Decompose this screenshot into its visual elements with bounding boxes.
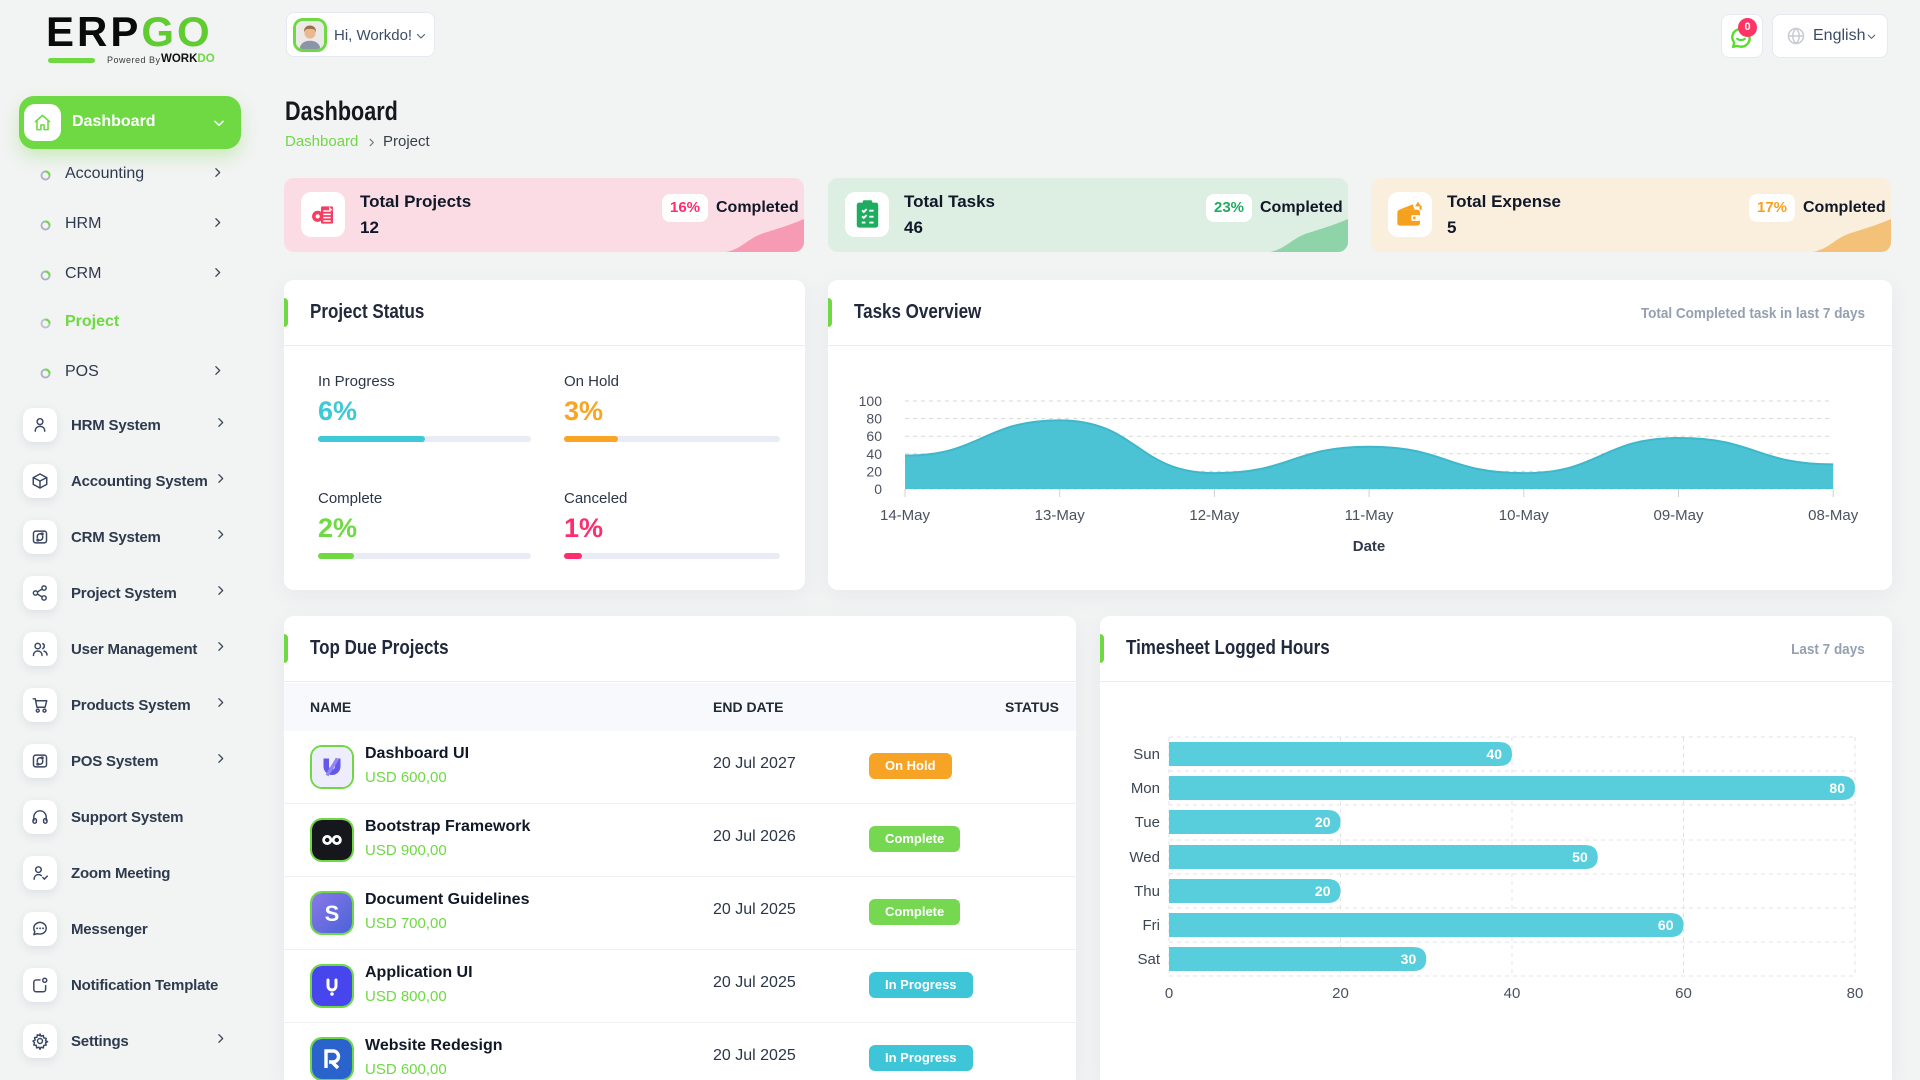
svg-text:Mon: Mon <box>1131 780 1160 797</box>
svg-text:08-May: 08-May <box>1808 507 1859 524</box>
svg-text:60: 60 <box>866 428 882 444</box>
svg-text:Sat: Sat <box>1137 951 1160 968</box>
svg-text:11-May: 11-May <box>1345 507 1394 524</box>
svg-text:20: 20 <box>1332 985 1349 1002</box>
svg-text:40: 40 <box>866 446 882 462</box>
svg-text:40: 40 <box>1504 985 1521 1002</box>
svg-text:30: 30 <box>1401 951 1417 967</box>
svg-text:Tue: Tue <box>1135 814 1160 831</box>
svg-text:Wed: Wed <box>1129 849 1160 866</box>
svg-text:Thu: Thu <box>1134 883 1160 900</box>
svg-text:20: 20 <box>1315 814 1331 830</box>
svg-text:60: 60 <box>1658 917 1674 933</box>
svg-text:20: 20 <box>1315 883 1331 899</box>
svg-text:100: 100 <box>859 393 883 409</box>
svg-text:Sun: Sun <box>1133 746 1160 763</box>
svg-text:80: 80 <box>1847 985 1864 1002</box>
svg-text:Fri: Fri <box>1143 917 1161 934</box>
svg-text:0: 0 <box>1165 985 1173 1002</box>
svg-text:0: 0 <box>874 481 882 497</box>
svg-text:14-May: 14-May <box>880 507 931 524</box>
svg-text:09-May: 09-May <box>1653 507 1704 524</box>
svg-text:10-May: 10-May <box>1499 507 1550 524</box>
svg-text:13-May: 13-May <box>1035 507 1086 524</box>
svg-text:Date: Date <box>1353 538 1386 555</box>
svg-text:60: 60 <box>1675 985 1692 1002</box>
svg-text:S: S <box>325 901 340 926</box>
svg-text:50: 50 <box>1572 849 1588 865</box>
svg-text:40: 40 <box>1486 746 1502 762</box>
svg-text:80: 80 <box>866 411 882 427</box>
svg-text:12-May: 12-May <box>1189 507 1240 524</box>
svg-text:80: 80 <box>1829 780 1845 796</box>
svg-text:20: 20 <box>866 463 882 479</box>
